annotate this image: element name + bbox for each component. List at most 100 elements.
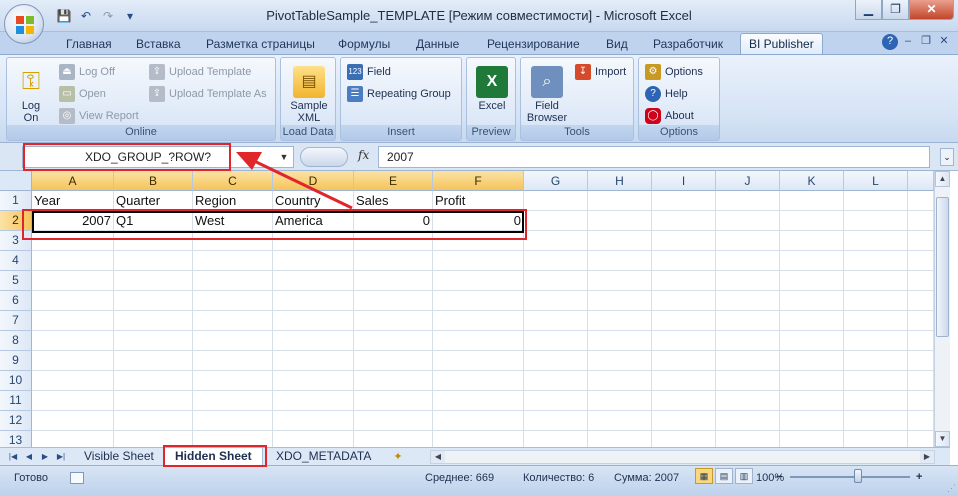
scroll-up-icon[interactable]: ▲ xyxy=(935,171,950,187)
empty-cell[interactable] xyxy=(524,211,588,231)
empty-cell[interactable] xyxy=(273,251,354,271)
empty-cell[interactable] xyxy=(524,331,588,351)
empty-cell[interactable] xyxy=(114,271,193,291)
empty-cell[interactable] xyxy=(716,251,780,271)
empty-cell[interactable] xyxy=(354,351,433,371)
cell-c1[interactable]: Region xyxy=(193,191,273,211)
empty-cell[interactable] xyxy=(114,331,193,351)
column-header[interactable]: C xyxy=(193,171,273,191)
workbook-close-icon[interactable]: ✕ xyxy=(936,34,952,50)
field-browser-button[interactable]: ⌕ Field Browser xyxy=(525,66,569,124)
log-off-button[interactable]: ⏏ Log Off xyxy=(59,64,115,80)
empty-cell[interactable] xyxy=(588,431,652,447)
empty-cell[interactable] xyxy=(588,251,652,271)
empty-cell[interactable] xyxy=(32,411,114,431)
empty-cell[interactable] xyxy=(652,271,716,291)
empty-cell[interactable] xyxy=(524,271,588,291)
row-header[interactable]: 2 xyxy=(0,211,32,231)
empty-cell[interactable] xyxy=(652,311,716,331)
help-button[interactable]: ? Help xyxy=(645,86,688,102)
workbook-minimize-icon[interactable]: – xyxy=(900,34,916,50)
empty-cell[interactable] xyxy=(32,371,114,391)
empty-cell[interactable] xyxy=(908,291,934,311)
sheet-tab-metadata[interactable]: XDO_METADATA xyxy=(266,448,381,466)
empty-cell[interactable] xyxy=(433,251,524,271)
column-header[interactable] xyxy=(908,171,934,191)
empty-cell[interactable] xyxy=(588,351,652,371)
page-break-view-icon[interactable]: ▥ xyxy=(735,468,753,484)
row-header[interactable]: 3 xyxy=(0,231,32,251)
empty-cell[interactable] xyxy=(652,291,716,311)
repeating-group-button[interactable]: ☰ Repeating Group xyxy=(347,86,451,102)
empty-cell[interactable] xyxy=(908,271,934,291)
cell-d2[interactable]: America xyxy=(273,211,354,231)
empty-cell[interactable] xyxy=(908,431,934,447)
empty-cell[interactable] xyxy=(114,411,193,431)
open-button[interactable]: ▭ Open xyxy=(59,86,106,102)
empty-cell[interactable] xyxy=(780,351,844,371)
empty-cell[interactable] xyxy=(716,391,780,411)
empty-cell[interactable] xyxy=(32,271,114,291)
expand-formula-icon[interactable]: ⌄ xyxy=(940,148,954,166)
tab-view[interactable]: Вид xyxy=(606,36,628,54)
empty-cell[interactable] xyxy=(652,351,716,371)
empty-cell[interactable] xyxy=(354,251,433,271)
empty-cell[interactable] xyxy=(780,371,844,391)
empty-cell[interactable] xyxy=(32,351,114,371)
tab-formulas[interactable]: Формулы xyxy=(338,36,390,54)
empty-cell[interactable] xyxy=(433,271,524,291)
empty-cell[interactable] xyxy=(433,351,524,371)
empty-cell[interactable] xyxy=(908,231,934,251)
empty-cell[interactable] xyxy=(114,391,193,411)
empty-cell[interactable] xyxy=(844,331,908,351)
empty-cell[interactable] xyxy=(844,351,908,371)
column-header[interactable]: G xyxy=(524,171,588,191)
insert-function-icon[interactable]: fx xyxy=(358,148,369,162)
empty-cell[interactable] xyxy=(780,291,844,311)
row-header[interactable]: 13 xyxy=(0,431,32,447)
empty-cell[interactable] xyxy=(908,311,934,331)
tab-page-layout[interactable]: Разметка страницы xyxy=(206,36,315,54)
empty-cell[interactable] xyxy=(524,351,588,371)
cell-c2[interactable]: West xyxy=(193,211,273,231)
empty-cell[interactable] xyxy=(716,191,780,211)
close-button[interactable]: ✕ xyxy=(909,0,954,20)
horizontal-scrollbar[interactable]: ◀ ▶ xyxy=(430,450,935,464)
row-header[interactable]: 10 xyxy=(0,371,32,391)
empty-cell[interactable] xyxy=(114,231,193,251)
empty-cell[interactable] xyxy=(844,191,908,211)
empty-cell[interactable] xyxy=(652,231,716,251)
empty-cell[interactable] xyxy=(433,391,524,411)
empty-cell[interactable] xyxy=(32,391,114,411)
empty-cell[interactable] xyxy=(652,391,716,411)
scroll-left-icon[interactable]: ◀ xyxy=(431,451,445,463)
empty-cell[interactable] xyxy=(908,191,934,211)
insert-sheet-icon[interactable]: ✦ xyxy=(390,450,406,464)
tab-home[interactable]: Главная xyxy=(66,36,112,54)
empty-cell[interactable] xyxy=(780,231,844,251)
empty-cell[interactable] xyxy=(273,411,354,431)
empty-cell[interactable] xyxy=(114,251,193,271)
workbook-restore-icon[interactable]: ❐ xyxy=(918,34,934,50)
cell-a2[interactable]: 2007 xyxy=(32,211,114,231)
empty-cell[interactable] xyxy=(652,251,716,271)
empty-cell[interactable] xyxy=(780,211,844,231)
tab-bi-publisher[interactable]: BI Publisher xyxy=(740,33,823,55)
empty-cell[interactable] xyxy=(193,411,273,431)
vertical-scrollbar[interactable]: ▲ ▼ xyxy=(934,171,950,447)
tab-review[interactable]: Рецензирование xyxy=(487,36,580,54)
minimize-button[interactable]: ▁ xyxy=(855,0,882,20)
scroll-down-icon[interactable]: ▼ xyxy=(935,431,950,447)
column-header[interactable]: B xyxy=(114,171,193,191)
empty-cell[interactable] xyxy=(354,291,433,311)
cell-d1[interactable]: Country xyxy=(273,191,354,211)
tab-developer[interactable]: Разработчик xyxy=(653,36,723,54)
empty-cell[interactable] xyxy=(524,231,588,251)
empty-cell[interactable] xyxy=(273,431,354,447)
empty-cell[interactable] xyxy=(652,191,716,211)
empty-cell[interactable] xyxy=(652,211,716,231)
cell-a1[interactable]: Year xyxy=(32,191,114,211)
empty-cell[interactable] xyxy=(524,291,588,311)
empty-cell[interactable] xyxy=(908,411,934,431)
empty-cell[interactable] xyxy=(908,391,934,411)
